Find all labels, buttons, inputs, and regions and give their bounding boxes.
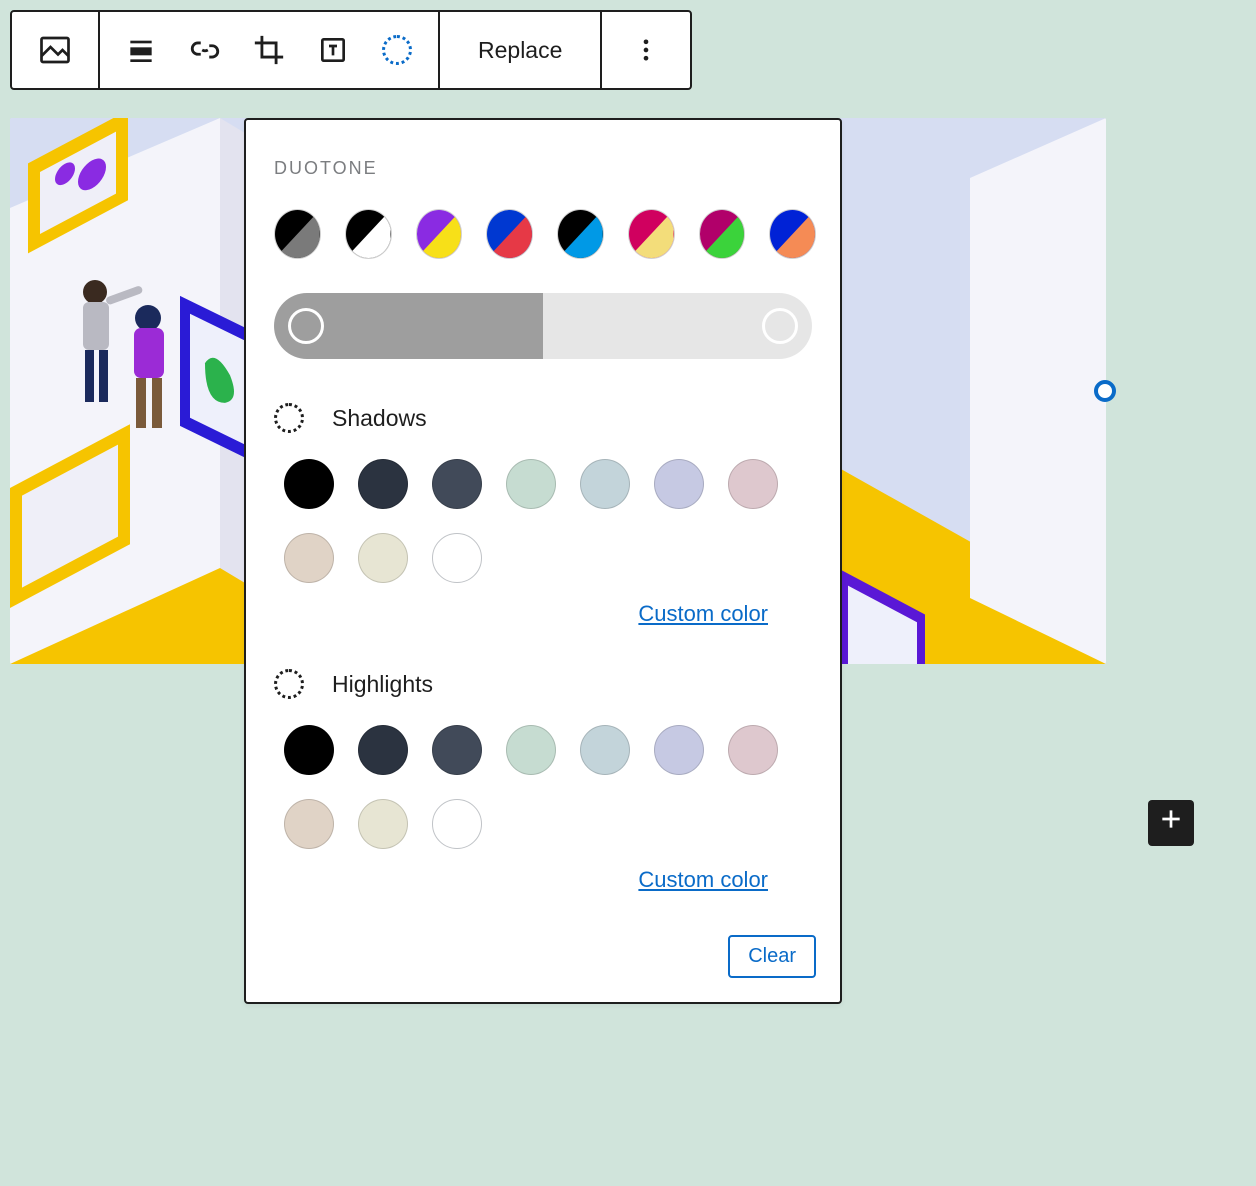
highlight-swatch-0[interactable] [284, 725, 334, 775]
unset-icon [274, 669, 304, 699]
align-button[interactable] [122, 31, 160, 69]
unset-icon [274, 403, 304, 433]
duotone-preset-5[interactable] [628, 209, 675, 259]
highlights-custom-color-link[interactable]: Custom color [638, 867, 768, 892]
gradient-stop-highlight[interactable] [762, 308, 798, 344]
duotone-button[interactable] [378, 31, 416, 69]
block-toolbar: Replace [10, 10, 692, 90]
duotone-preset-6[interactable] [699, 209, 746, 259]
replace-button[interactable]: Replace [440, 12, 602, 88]
highlight-swatch-5[interactable] [654, 725, 704, 775]
toolbar-group [100, 12, 440, 88]
image-icon [36, 31, 74, 69]
clear-button[interactable]: Clear [728, 935, 816, 978]
highlight-swatch-4[interactable] [580, 725, 630, 775]
gradient-stop-shadow[interactable] [288, 308, 324, 344]
highlight-swatch-1[interactable] [358, 725, 408, 775]
duotone-preset-4[interactable] [557, 209, 604, 259]
replace-label: Replace [452, 37, 588, 64]
highlight-swatch-7[interactable] [284, 799, 334, 849]
link-button[interactable] [186, 31, 224, 69]
duotone-preset-row [274, 209, 816, 259]
block-type-button[interactable] [12, 12, 100, 88]
shadow-swatch-8[interactable] [358, 533, 408, 583]
shadow-swatch-3[interactable] [506, 459, 556, 509]
highlight-swatch-9[interactable] [432, 799, 482, 849]
shadow-swatch-1[interactable] [358, 459, 408, 509]
shadow-swatch-7[interactable] [284, 533, 334, 583]
shadow-swatch-5[interactable] [654, 459, 704, 509]
highlight-swatch-8[interactable] [358, 799, 408, 849]
highlights-header: Highlights [274, 669, 812, 699]
more-options-button[interactable] [602, 12, 690, 88]
duotone-preset-7[interactable] [769, 209, 816, 259]
duotone-icon [382, 35, 412, 65]
popover-title: Duotone [274, 158, 816, 179]
highlights-label: Highlights [332, 671, 433, 698]
shadow-swatch-6[interactable] [728, 459, 778, 509]
shadow-swatch-0[interactable] [284, 459, 334, 509]
highlight-swatch-2[interactable] [432, 725, 482, 775]
shadow-swatch-2[interactable] [432, 459, 482, 509]
text-overlay-button[interactable] [314, 31, 352, 69]
plus-icon [1158, 806, 1184, 840]
shadows-header: Shadows [274, 403, 812, 433]
more-icon [627, 31, 665, 69]
duotone-popover: Duotone Shadows Custom color Highlights … [244, 118, 842, 1004]
duotone-preset-1[interactable] [345, 209, 392, 259]
shadow-swatch-4[interactable] [580, 459, 630, 509]
highlights-swatches [284, 725, 804, 849]
shadows-swatches [284, 459, 804, 583]
image-resize-handle[interactable] [1094, 380, 1116, 402]
duotone-preset-2[interactable] [416, 209, 463, 259]
crop-button[interactable] [250, 31, 288, 69]
highlight-swatch-3[interactable] [506, 725, 556, 775]
shadows-custom-color-link[interactable]: Custom color [638, 601, 768, 626]
highlight-swatch-6[interactable] [728, 725, 778, 775]
shadows-label: Shadows [332, 405, 427, 432]
duotone-gradient-bar[interactable] [274, 293, 812, 359]
shadow-swatch-9[interactable] [432, 533, 482, 583]
add-block-button[interactable] [1148, 800, 1194, 846]
duotone-preset-0[interactable] [274, 209, 321, 259]
duotone-preset-3[interactable] [486, 209, 533, 259]
